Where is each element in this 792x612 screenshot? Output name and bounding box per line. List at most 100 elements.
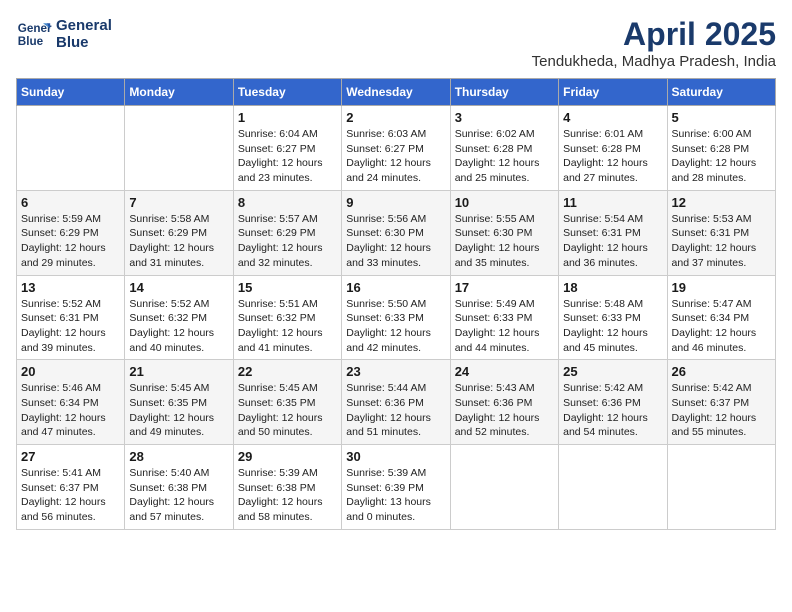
day-info: Sunrise: 5:46 AMSunset: 6:34 PMDaylight:… (21, 381, 120, 440)
location-title: Tendukheda, Madhya Pradesh, India (532, 53, 776, 70)
day-info: Sunrise: 6:04 AMSunset: 6:27 PMDaylight:… (238, 127, 337, 186)
day-number: 11 (563, 195, 662, 210)
calendar-cell: 9 Sunrise: 5:56 AMSunset: 6:30 PMDaylight… (342, 190, 450, 275)
day-info: Sunrise: 5:49 AMSunset: 6:33 PMDaylight:… (455, 297, 554, 356)
day-number: 15 (238, 280, 337, 295)
calendar-cell: 13 Sunrise: 5:52 AMSunset: 6:31 PMDayligh… (17, 275, 125, 360)
day-info: Sunrise: 5:47 AMSunset: 6:34 PMDaylight:… (672, 297, 771, 356)
day-number: 9 (346, 195, 445, 210)
day-info: Sunrise: 5:41 AMSunset: 6:37 PMDaylight:… (21, 466, 120, 525)
calendar-cell: 20 Sunrise: 5:46 AMSunset: 6:34 PMDayligh… (17, 360, 125, 445)
logo-general: General (56, 17, 112, 34)
calendar-cell (125, 106, 233, 191)
calendar-cell (450, 445, 558, 530)
day-info: Sunrise: 5:44 AMSunset: 6:36 PMDaylight:… (346, 381, 445, 440)
calendar-cell: 7Sunrise: 5:58 AMSunset: 6:29 PMDaylight… (125, 190, 233, 275)
day-info: Sunrise: 5:55 AMSunset: 6:30 PMDaylight:… (455, 212, 554, 271)
calendar-cell: 14 Sunrise: 5:52 AMSunset: 6:32 PMDayligh… (125, 275, 233, 360)
logo: General Blue General Blue (16, 16, 112, 52)
day-number: 5 (672, 110, 771, 125)
col-header-tuesday: Tuesday (233, 79, 341, 106)
svg-text:Blue: Blue (18, 35, 44, 48)
day-number: 10 (455, 195, 554, 210)
col-header-friday: Friday (559, 79, 667, 106)
day-number: 4 (563, 110, 662, 125)
day-number: 24 (455, 364, 554, 379)
col-header-thursday: Thursday (450, 79, 558, 106)
calendar-cell: 15 Sunrise: 5:51 AMSunset: 6:32 PMDayligh… (233, 275, 341, 360)
day-number: 22 (238, 364, 337, 379)
month-title: April 2025 (532, 16, 776, 53)
day-info: Sunrise: 5:52 AMSunset: 6:31 PMDaylight:… (21, 297, 120, 356)
calendar-cell (559, 445, 667, 530)
day-number: 20 (21, 364, 120, 379)
day-number: 28 (129, 449, 228, 464)
day-number: 12 (672, 195, 771, 210)
day-info: Sunrise: 6:03 AMSunset: 6:27 PMDaylight:… (346, 127, 445, 186)
day-number: 8 (238, 195, 337, 210)
day-number: 6 (21, 195, 120, 210)
calendar-cell: 5 Sunrise: 6:00 AMSunset: 6:28 PMDaylight… (667, 106, 775, 191)
day-number: 30 (346, 449, 445, 464)
calendar-cell: 22 Sunrise: 5:45 AMSunset: 6:35 PMDayligh… (233, 360, 341, 445)
day-number: 3 (455, 110, 554, 125)
col-header-wednesday: Wednesday (342, 79, 450, 106)
calendar-cell: 12 Sunrise: 5:53 AMSunset: 6:31 PMDayligh… (667, 190, 775, 275)
day-number: 23 (346, 364, 445, 379)
day-info: Sunrise: 5:52 AMSunset: 6:32 PMDaylight:… (129, 297, 228, 356)
calendar-cell: 26Sunrise: 5:42 AMSunset: 6:37 PMDayligh… (667, 360, 775, 445)
day-number: 29 (238, 449, 337, 464)
calendar-cell: 29Sunrise: 5:39 AMSunset: 6:38 PMDayligh… (233, 445, 341, 530)
calendar-cell: 19 Sunrise: 5:47 AMSunset: 6:34 PMDayligh… (667, 275, 775, 360)
day-info: Sunrise: 5:56 AMSunset: 6:30 PMDaylight:… (346, 212, 445, 271)
page-header: General Blue General Blue April 2025 Ten… (16, 16, 776, 70)
day-number: 14 (129, 280, 228, 295)
day-info: Sunrise: 5:43 AMSunset: 6:36 PMDaylight:… (455, 381, 554, 440)
day-number: 16 (346, 280, 445, 295)
day-info: Sunrise: 5:59 AMSunset: 6:29 PMDaylight:… (21, 212, 120, 271)
calendar-cell: 2 Sunrise: 6:03 AMSunset: 6:27 PMDaylight… (342, 106, 450, 191)
title-block: April 2025 Tendukheda, Madhya Pradesh, I… (532, 16, 776, 70)
day-info: Sunrise: 5:40 AMSunset: 6:38 PMDaylight:… (129, 466, 228, 525)
day-number: 2 (346, 110, 445, 125)
calendar-cell: 24 Sunrise: 5:43 AMSunset: 6:36 PMDayligh… (450, 360, 558, 445)
col-header-saturday: Saturday (667, 79, 775, 106)
day-info: Sunrise: 5:53 AMSunset: 6:31 PMDaylight:… (672, 212, 771, 271)
calendar-cell: 25Sunrise: 5:42 AMSunset: 6:36 PMDayligh… (559, 360, 667, 445)
calendar-week-1: 1 Sunrise: 6:04 AMSunset: 6:27 PMDaylight… (17, 106, 776, 191)
calendar-cell: 16 Sunrise: 5:50 AMSunset: 6:33 PMDayligh… (342, 275, 450, 360)
col-header-sunday: Sunday (17, 79, 125, 106)
calendar-cell (17, 106, 125, 191)
calendar-cell: 30Sunrise: 5:39 AMSunset: 6:39 PMDayligh… (342, 445, 450, 530)
calendar-cell: 6 Sunrise: 5:59 AMSunset: 6:29 PMDaylight… (17, 190, 125, 275)
calendar-cell: 1 Sunrise: 6:04 AMSunset: 6:27 PMDaylight… (233, 106, 341, 191)
day-info: Sunrise: 6:01 AMSunset: 6:28 PMDaylight:… (563, 127, 662, 186)
day-info: Sunrise: 5:50 AMSunset: 6:33 PMDaylight:… (346, 297, 445, 356)
day-number: 19 (672, 280, 771, 295)
calendar-week-2: 6 Sunrise: 5:59 AMSunset: 6:29 PMDaylight… (17, 190, 776, 275)
day-info: Sunrise: 5:51 AMSunset: 6:32 PMDaylight:… (238, 297, 337, 356)
logo-icon: General Blue (16, 16, 52, 52)
calendar-table: SundayMondayTuesdayWednesdayThursdayFrid… (16, 78, 776, 530)
calendar-cell: 21Sunrise: 5:45 AMSunset: 6:35 PMDayligh… (125, 360, 233, 445)
day-info: Sunrise: 5:57 AMSunset: 6:29 PMDaylight:… (238, 212, 337, 271)
day-info: Sunrise: 5:48 AMSunset: 6:33 PMDaylight:… (563, 297, 662, 356)
day-number: 21 (129, 364, 228, 379)
day-info: Sunrise: 5:42 AMSunset: 6:36 PMDaylight:… (563, 381, 662, 440)
calendar-week-3: 13 Sunrise: 5:52 AMSunset: 6:31 PMDayligh… (17, 275, 776, 360)
day-number: 17 (455, 280, 554, 295)
day-info: Sunrise: 5:45 AMSunset: 6:35 PMDaylight:… (238, 381, 337, 440)
day-info: Sunrise: 5:54 AMSunset: 6:31 PMDaylight:… (563, 212, 662, 271)
calendar-cell: 8 Sunrise: 5:57 AMSunset: 6:29 PMDaylight… (233, 190, 341, 275)
day-number: 13 (21, 280, 120, 295)
day-number: 7 (129, 195, 228, 210)
calendar-week-4: 20 Sunrise: 5:46 AMSunset: 6:34 PMDayligh… (17, 360, 776, 445)
col-header-monday: Monday (125, 79, 233, 106)
day-info: Sunrise: 6:00 AMSunset: 6:28 PMDaylight:… (672, 127, 771, 186)
calendar-cell: 28 Sunrise: 5:40 AMSunset: 6:38 PMDayligh… (125, 445, 233, 530)
calendar-cell: 10 Sunrise: 5:55 AMSunset: 6:30 PMDayligh… (450, 190, 558, 275)
calendar-cell: 27Sunrise: 5:41 AMSunset: 6:37 PMDayligh… (17, 445, 125, 530)
day-info: Sunrise: 5:42 AMSunset: 6:37 PMDaylight:… (672, 381, 771, 440)
day-number: 18 (563, 280, 662, 295)
day-number: 1 (238, 110, 337, 125)
